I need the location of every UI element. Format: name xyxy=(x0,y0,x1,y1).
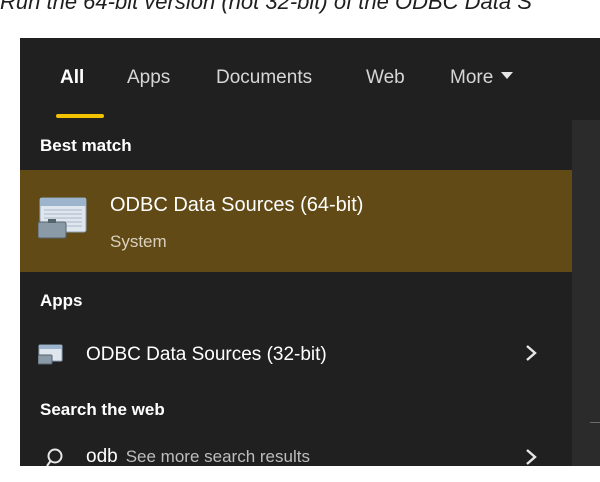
search-filter-tabs: All Apps Documents Web More xyxy=(20,38,572,120)
web-search-more: See more search results xyxy=(125,447,310,466)
divider xyxy=(590,422,600,423)
web-search-item[interactable]: odb See more search results xyxy=(20,442,572,482)
caret-down-icon xyxy=(501,72,514,80)
list-item-title: ODBC Data Sources (32-bit) xyxy=(86,344,327,365)
chevron-right-icon[interactable] xyxy=(524,448,538,471)
tab-all[interactable]: All xyxy=(60,66,84,90)
web-search-query: odb xyxy=(86,446,118,467)
chevron-right-icon[interactable] xyxy=(524,344,538,367)
tab-apps[interactable]: Apps xyxy=(127,66,170,90)
best-match-result[interactable]: ODBC Data Sources (64-bit) System xyxy=(20,170,572,272)
section-apps: Apps xyxy=(40,291,83,310)
active-tab-indicator xyxy=(56,114,104,118)
tab-documents[interactable]: Documents xyxy=(216,66,312,90)
tab-more[interactable]: More xyxy=(450,66,514,90)
section-search-web: Search the web xyxy=(40,400,165,419)
tab-web[interactable]: Web xyxy=(366,66,405,90)
tab-more-label: More xyxy=(450,67,494,88)
best-match-subtitle: System xyxy=(110,232,167,251)
preview-pane xyxy=(572,120,600,466)
web-search-text: odb See more search results xyxy=(86,446,310,468)
odbc-app-icon xyxy=(38,344,63,365)
best-match-title: ODBC Data Sources (64-bit) xyxy=(110,194,364,216)
odbc-app-icon xyxy=(38,197,87,239)
page-caption: Run the 64-bit version (not 32-bit) of t… xyxy=(0,0,532,14)
section-best-match: Best match xyxy=(40,136,132,155)
list-item-odbc-32[interactable]: ODBC Data Sources (32-bit) xyxy=(20,334,572,374)
search-icon xyxy=(46,448,63,467)
